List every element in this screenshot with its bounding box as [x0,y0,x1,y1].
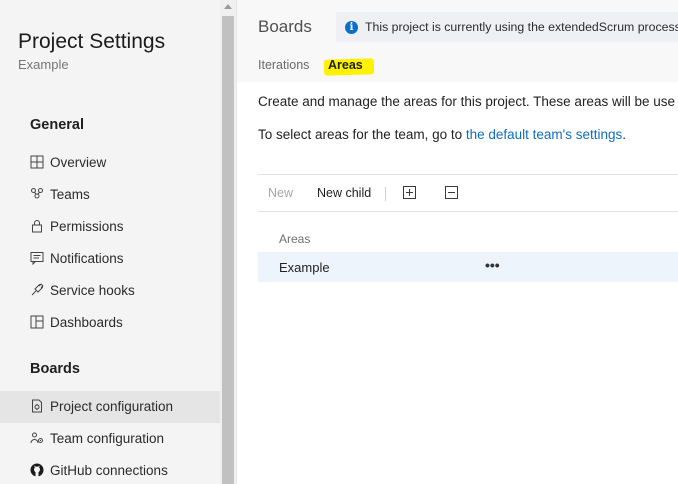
expand-all-icon[interactable] [403,186,416,199]
project-config-icon [32,399,42,413]
sidebar-item-label: Project configuration [50,399,174,414]
toolbar-separator [385,187,386,201]
sidebar-item-label: GitHub connections [50,463,168,478]
section-general-header: General [30,117,84,133]
sidebar-item-team-configuration[interactable]: Team configuration [0,423,220,455]
scroll-up-arrow-icon[interactable] [224,4,232,9]
default-team-settings-link[interactable]: the default team's settings [466,127,622,142]
toolbar-top-divider [258,174,678,175]
team-settings-hint: To select areas for the team, go to the … [258,127,626,142]
service-hooks-icon [31,283,44,296]
section-boards-header: Boards [30,361,80,377]
sidebar-item-label: Notifications [50,251,124,266]
sidebar-item-service-hooks[interactable]: Service hooks [0,275,220,307]
info-banner-text: This project is currently using the exte… [365,20,678,34]
team-config-icon [30,432,43,444]
toolbar-bottom-divider [258,211,678,212]
teams-icon [31,188,43,199]
tab-areas[interactable]: Areas [328,58,363,72]
page-title: Boards [258,17,312,36]
collapse-all-icon[interactable] [445,186,458,199]
sidebar-item-project-configuration[interactable]: Project configuration [0,391,220,423]
table-row[interactable]: Example ••• [258,252,678,282]
project-name: Example [18,57,69,72]
sidebar-item-overview[interactable]: Overview [0,147,220,179]
notification-icon [30,252,44,265]
sidebar-item-teams[interactable]: Teams [0,179,220,211]
sidebar-item-github-connections[interactable]: GitHub connections [0,455,220,484]
sidebar-scrollbar[interactable] [220,0,236,484]
new-button[interactable]: New [268,186,293,200]
sidebar-item-label: Permissions [50,219,124,234]
tab-iterations[interactable]: Iterations [258,58,309,72]
overview-icon [30,155,44,169]
scrollbar-thumb[interactable] [222,16,234,484]
lock-icon [32,220,42,233]
sidebar-item-label: Service hooks [50,283,135,298]
new-child-button[interactable]: New child [317,186,371,200]
github-icon [30,463,44,477]
info-icon: i [345,20,358,34]
process-info-banner: i This project is currently using the ex… [336,12,678,42]
team-hint-text: To select areas for the team, go to [258,127,466,142]
sidebar-item-dashboards[interactable]: Dashboards [0,307,220,339]
areas-column-header: Areas [279,232,311,246]
sidebar-item-label: Teams [50,187,90,202]
settings-sidebar: Project Settings Example General Overvie… [0,0,220,484]
sidebar-item-label: Team configuration [50,431,165,446]
sidebar-item-label: Overview [50,155,107,170]
dashboards-icon [30,315,44,329]
team-hint-end: . [622,127,627,142]
more-actions-icon[interactable]: ••• [485,257,500,273]
sidebar-item-permissions[interactable]: Permissions [0,211,220,243]
area-name: Example [279,260,330,275]
project-settings-title: Project Settings [18,30,166,53]
sidebar-item-label: Dashboards [50,315,123,330]
areas-description: Create and manage the areas for this pro… [258,94,675,109]
sidebar-item-notifications[interactable]: Notifications [0,243,220,275]
